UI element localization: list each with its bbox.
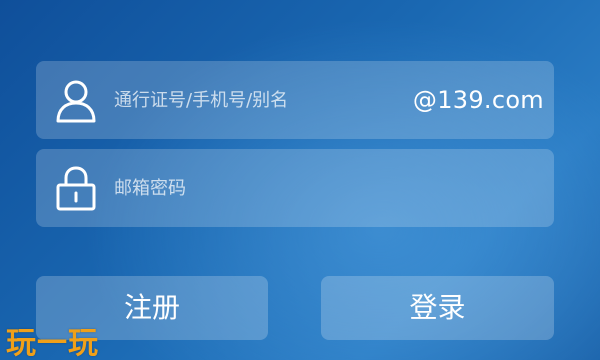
lock-icon — [54, 165, 98, 211]
domain-suffix: @139.com — [412, 86, 544, 114]
watermark-logo: 玩一玩 — [6, 326, 99, 360]
password-input[interactable] — [114, 149, 534, 227]
password-field[interactable] — [36, 149, 554, 227]
user-icon — [54, 77, 98, 123]
username-input[interactable] — [114, 61, 414, 139]
username-field[interactable]: @139.com — [36, 61, 554, 139]
login-button[interactable]: 登录 — [321, 276, 554, 340]
